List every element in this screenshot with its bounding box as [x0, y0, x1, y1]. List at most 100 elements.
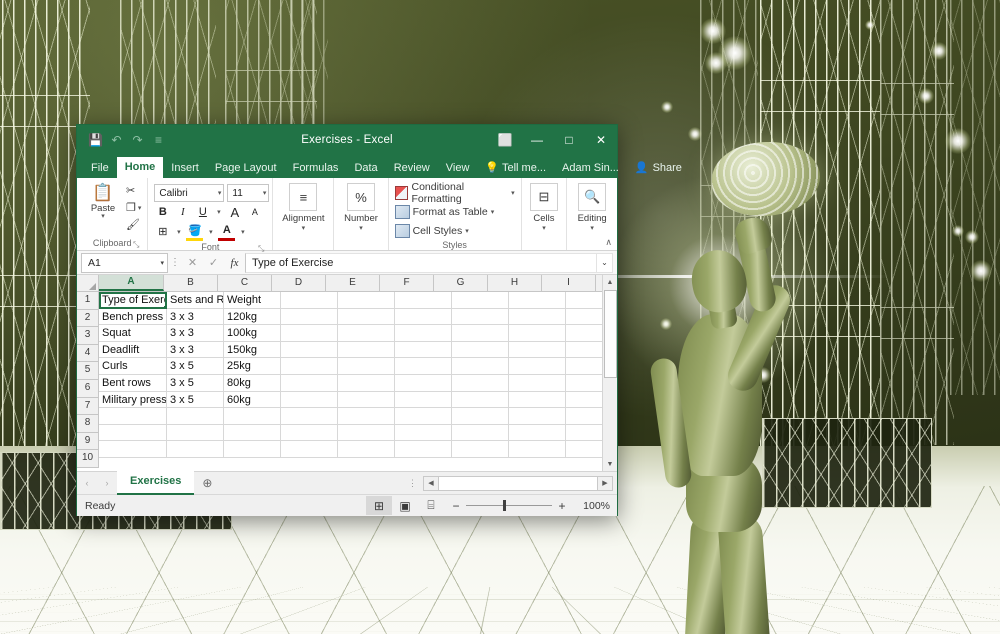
cell-E5[interactable]: [338, 358, 395, 375]
cell-I4[interactable]: [566, 342, 602, 359]
cell-H8[interactable]: [509, 408, 566, 425]
scroll-down-icon[interactable]: ▼: [603, 457, 617, 471]
clipboard-dialog-launcher[interactable]: ⤡: [133, 238, 139, 251]
column-header-d[interactable]: D: [272, 275, 326, 291]
zoom-level-label[interactable]: 100%: [574, 500, 617, 512]
formula-input[interactable]: Type of Exercise: [245, 253, 597, 273]
copy-button[interactable]: ❐▾: [126, 200, 141, 215]
undo-icon[interactable]: ↶: [107, 130, 126, 149]
cell-F4[interactable]: [395, 342, 452, 359]
grid-rows[interactable]: Type of ExerciseSets and RepsWeightBench…: [99, 292, 602, 471]
alignment-dropdown-icon[interactable]: ▾: [279, 224, 327, 232]
table-row[interactable]: [99, 441, 602, 458]
cell-E6[interactable]: [338, 375, 395, 392]
normal-view-icon[interactable]: ⊞: [366, 496, 392, 515]
alignment-icon[interactable]: ≡: [289, 183, 317, 211]
column-header-b[interactable]: B: [164, 275, 218, 291]
column-header-h[interactable]: H: [488, 275, 542, 291]
format-as-table-button[interactable]: Format as Table ▾: [395, 204, 495, 220]
cell-I7[interactable]: [566, 392, 602, 409]
excel-window[interactable]: 💾 ↶ ↷ ≡ Exercises - Excel ⬜ — □ ✕ File H…: [76, 124, 618, 516]
account-name[interactable]: Adam Sin...: [554, 158, 627, 178]
cell-B3[interactable]: 3 x 3: [167, 325, 224, 342]
cell-F6[interactable]: [395, 375, 452, 392]
window-controls[interactable]: ⬜ — □ ✕: [489, 125, 617, 154]
cell-G10[interactable]: [452, 441, 509, 458]
cell-G5[interactable]: [452, 358, 509, 375]
cell-F9[interactable]: [395, 425, 452, 442]
share-button[interactable]: 👤 Share: [627, 158, 690, 178]
number-dropdown-icon[interactable]: ▾: [340, 224, 381, 232]
sheet-tab-bar[interactable]: ‹ › Exercises ⊕ ⋮ ◀ ▶: [77, 471, 617, 494]
cell-F8[interactable]: [395, 408, 452, 425]
add-sheet-icon[interactable]: ⊕: [194, 476, 220, 490]
cell-B6[interactable]: 3 x 5: [167, 375, 224, 392]
table-row[interactable]: [99, 425, 602, 442]
table-row[interactable]: Deadlift3 x 3150kg: [99, 342, 602, 359]
table-row[interactable]: [99, 408, 602, 425]
underline-dropdown-icon[interactable]: ▾: [214, 204, 223, 220]
cell-D2[interactable]: [281, 309, 338, 326]
row-header-3[interactable]: 3: [77, 327, 99, 345]
cell-I9[interactable]: [566, 425, 602, 442]
row-header-4[interactable]: 4: [77, 345, 99, 363]
cell-C10[interactable]: [224, 441, 281, 458]
cell-H7[interactable]: [509, 392, 566, 409]
font-color-dropdown-icon[interactable]: ▾: [238, 224, 247, 240]
cells-icon[interactable]: ⊟: [530, 183, 558, 211]
cell-B7[interactable]: 3 x 5: [167, 392, 224, 409]
expand-formula-bar-icon[interactable]: ⌄: [597, 253, 613, 273]
vertical-scrollbar[interactable]: ▲ ▼: [602, 275, 617, 471]
cell-H3[interactable]: [509, 325, 566, 342]
conditional-formatting-button[interactable]: Conditional Formatting ▾: [395, 185, 515, 201]
cell-E4[interactable]: [338, 342, 395, 359]
row-header-8[interactable]: 8: [77, 415, 99, 433]
font-name-box[interactable]: Calibri▾: [154, 184, 224, 202]
cell-E9[interactable]: [338, 425, 395, 442]
select-all-corner[interactable]: [77, 275, 99, 292]
next-sheet-icon[interactable]: ›: [97, 478, 117, 488]
cell-E7[interactable]: [338, 392, 395, 409]
cell-I10[interactable]: [566, 441, 602, 458]
cell-B8[interactable]: [167, 408, 224, 425]
zoom-in-button[interactable]: +: [556, 499, 568, 513]
column-header-a[interactable]: A: [99, 275, 164, 291]
zoom-out-button[interactable]: −: [450, 499, 462, 513]
cell-E8[interactable]: [338, 408, 395, 425]
vertical-scroll-thumb[interactable]: [604, 290, 617, 378]
font-color-icon[interactable]: A: [218, 222, 235, 241]
cell-C7[interactable]: 60kg: [224, 392, 281, 409]
cell-D6[interactable]: [281, 375, 338, 392]
tab-review[interactable]: Review: [386, 158, 438, 178]
magnifier-icon[interactable]: 🔍: [578, 183, 606, 211]
cell-I6[interactable]: [566, 375, 602, 392]
decrease-font-size-button[interactable]: A: [246, 204, 263, 220]
borders-icon[interactable]: ⊞: [154, 224, 171, 240]
scroll-up-icon[interactable]: ▲: [603, 275, 617, 289]
table-row[interactable]: Curls3 x 525kg: [99, 358, 602, 375]
page-layout-view-icon[interactable]: ▣: [392, 496, 418, 515]
minimize-icon[interactable]: —: [521, 125, 553, 154]
tab-file[interactable]: File: [83, 158, 117, 178]
cell-F1[interactable]: [395, 292, 452, 309]
column-headers[interactable]: ABCDEFGHIJ: [99, 275, 602, 292]
cell-styles-button[interactable]: Cell Styles ▾: [395, 223, 469, 239]
font-size-box[interactable]: 11▾: [227, 184, 269, 202]
cell-C9[interactable]: [224, 425, 281, 442]
tab-view[interactable]: View: [438, 158, 478, 178]
cell-A6[interactable]: Bent rows: [99, 375, 167, 392]
row-header-7[interactable]: 7: [77, 398, 99, 416]
insert-function-icon[interactable]: fx: [224, 254, 245, 272]
cell-D7[interactable]: [281, 392, 338, 409]
cell-C3[interactable]: 100kg: [224, 325, 281, 342]
tell-me-box[interactable]: 💡 Tell me...: [477, 158, 554, 178]
cell-C1[interactable]: Weight: [224, 292, 281, 309]
cell-A10[interactable]: [99, 441, 167, 458]
cell-A9[interactable]: [99, 425, 167, 442]
cell-C2[interactable]: 120kg: [224, 309, 281, 326]
sheet-tab-exercises[interactable]: Exercises: [117, 471, 194, 495]
cell-H4[interactable]: [509, 342, 566, 359]
title-bar[interactable]: 💾 ↶ ↷ ≡ Exercises - Excel ⬜ — □ ✕: [77, 125, 617, 154]
cell-F5[interactable]: [395, 358, 452, 375]
cell-F7[interactable]: [395, 392, 452, 409]
